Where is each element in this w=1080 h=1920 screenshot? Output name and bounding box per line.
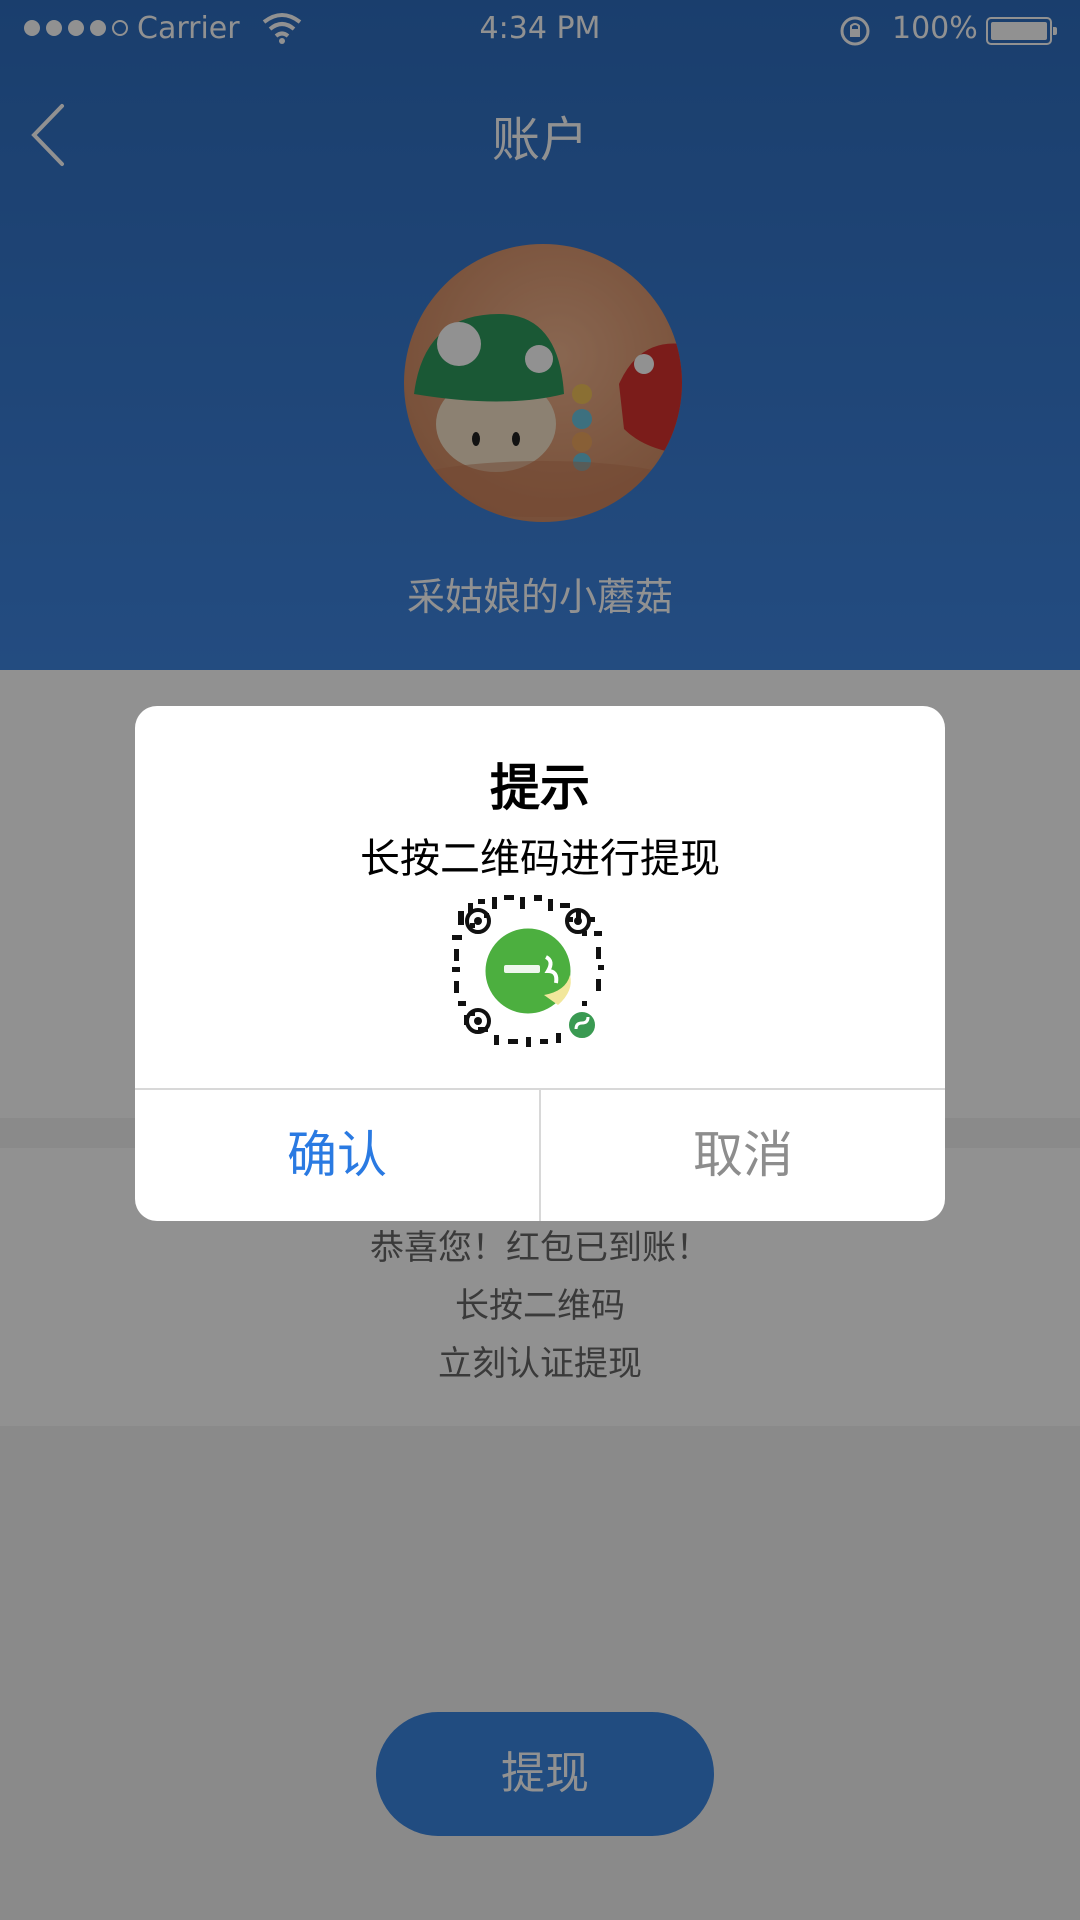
qr-code-icon[interactable] — [448, 891, 608, 1051]
cancel-button[interactable]: 取消 — [541, 1090, 945, 1221]
dialog-title: 提示 — [490, 759, 590, 817]
alert-dialog: 提示 长按二维码进行提现 确认 取消 — [135, 706, 945, 1221]
dialog-message: 长按二维码进行提现 — [360, 836, 720, 882]
confirm-button[interactable]: 确认 — [135, 1090, 539, 1221]
